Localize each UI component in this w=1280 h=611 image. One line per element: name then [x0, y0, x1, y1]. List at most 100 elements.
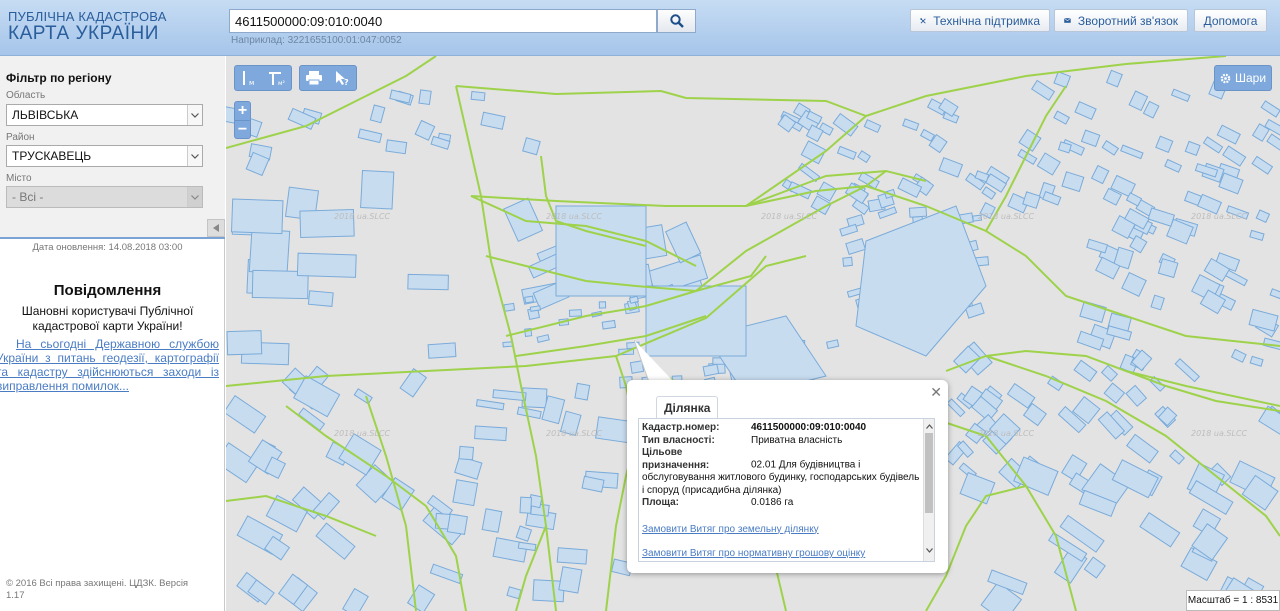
parcel-polygon[interactable]	[357, 128, 383, 144]
parcel-polygon[interactable]	[1073, 359, 1098, 383]
order-parcel-extract-link[interactable]: Замовити Витяг про земельну ділянку	[639, 524, 934, 537]
help-button[interactable]: Допомога	[1194, 9, 1267, 32]
parcel-polygon[interactable]	[959, 471, 996, 505]
parcel-polygon[interactable]	[1251, 155, 1274, 175]
parcel-polygon[interactable]	[492, 389, 527, 402]
site-logo[interactable]: ПУБЛІЧНА КАДАСТРОВА КАРТА УКРАЇНИ	[8, 10, 167, 43]
parcel-polygon[interactable]	[574, 382, 591, 401]
parcel-polygon[interactable]	[389, 89, 412, 104]
parcel-polygon[interactable]	[1086, 238, 1109, 254]
parcel-polygon[interactable]	[406, 584, 436, 611]
parcel-polygon[interactable]	[230, 198, 284, 235]
parcel-polygon[interactable]	[1150, 294, 1165, 311]
parcel-polygon[interactable]	[857, 150, 871, 164]
feedback-button[interactable]: Зворотний зв'язок	[1054, 9, 1188, 32]
parcel-polygon[interactable]	[1101, 140, 1120, 156]
parcel-polygon[interactable]	[1184, 140, 1201, 157]
parcel-polygon[interactable]	[1128, 90, 1149, 112]
parcel-polygon[interactable]	[516, 406, 542, 420]
parcel-polygon[interactable]	[1013, 456, 1059, 496]
parcel-polygon[interactable]	[1155, 135, 1174, 154]
parcel-polygon[interactable]	[1036, 152, 1061, 176]
parcel-polygon[interactable]	[1170, 88, 1191, 102]
parcel-polygon[interactable]	[506, 586, 522, 600]
parcel-polygon[interactable]	[598, 301, 607, 309]
district-select[interactable]: ТРУСКАВЕЦЬ	[6, 145, 203, 167]
parcel-polygon[interactable]	[515, 525, 533, 542]
collapse-sidebar-button[interactable]	[207, 219, 225, 237]
measure-area-button[interactable]: м²	[264, 67, 290, 89]
parcel-polygon[interactable]	[1248, 308, 1279, 332]
parcel-polygon[interactable]	[353, 388, 373, 405]
parcel-polygon[interactable]	[475, 399, 505, 411]
print-button[interactable]	[301, 67, 327, 89]
parcel-polygon[interactable]	[702, 363, 720, 377]
parcel-polygon[interactable]	[1216, 124, 1241, 145]
parcel-polygon[interactable]	[1164, 158, 1183, 173]
scroll-up-icon[interactable]	[926, 421, 933, 434]
parcel-polygon[interactable]	[452, 479, 479, 507]
parcel-polygon[interactable]	[1125, 192, 1143, 207]
parcel-polygon[interactable]	[1120, 144, 1144, 160]
parcel-polygon[interactable]	[863, 119, 882, 134]
parcel-polygon[interactable]	[226, 395, 267, 434]
parcel-polygon[interactable]	[1090, 164, 1110, 185]
parcel-polygon[interactable]	[938, 157, 964, 178]
parcel-polygon[interactable]	[568, 309, 583, 318]
parcel-polygon[interactable]	[558, 566, 583, 594]
parcel-polygon[interactable]	[1006, 382, 1036, 409]
layers-button[interactable]: Шари	[1214, 65, 1272, 91]
parcel-polygon[interactable]	[458, 445, 475, 461]
parcel-polygon[interactable]	[1042, 190, 1062, 206]
zoom-out-button[interactable]: −	[235, 120, 250, 138]
identify-button[interactable]: ?	[329, 67, 355, 89]
parcel-polygon[interactable]	[492, 537, 529, 563]
parcel-polygon[interactable]	[1126, 433, 1159, 464]
parcel-polygon[interactable]	[981, 186, 997, 200]
parcel-polygon[interactable]	[470, 90, 486, 102]
popup-scrollbar[interactable]	[923, 419, 934, 561]
parcel-polygon[interactable]	[315, 522, 356, 560]
parcel-polygon[interactable]	[1266, 133, 1280, 152]
parcel-polygon[interactable]	[1260, 100, 1280, 118]
parcel-polygon[interactable]	[601, 319, 617, 330]
parcel-polygon[interactable]	[1080, 129, 1101, 148]
parcel-polygon[interactable]	[536, 334, 550, 344]
scrollbar-thumb[interactable]	[925, 433, 933, 513]
parcel-polygon[interactable]	[1249, 229, 1265, 242]
parcel-polygon[interactable]	[360, 169, 395, 210]
parcel-polygon[interactable]	[481, 508, 503, 533]
parcel-polygon[interactable]	[1174, 358, 1201, 383]
cadastral-search-input[interactable]	[229, 9, 657, 33]
parcel-polygon[interactable]	[1139, 512, 1181, 548]
parcel-polygon[interactable]	[1222, 145, 1247, 167]
parcel-polygon[interactable]	[826, 339, 840, 350]
parcel-polygon[interactable]	[919, 128, 936, 142]
parcel-polygon[interactable]	[414, 119, 436, 141]
parcel-polygon[interactable]	[369, 104, 386, 124]
parcel-polygon[interactable]	[1103, 382, 1126, 404]
parcel-polygon[interactable]	[407, 273, 449, 291]
region-select[interactable]: ЛЬВІВСЬКА	[6, 104, 203, 126]
notice-link[interactable]: На сьогодні Державною службою України з …	[0, 337, 219, 393]
parcel-polygon[interactable]	[522, 137, 541, 156]
parcel-polygon[interactable]	[1202, 136, 1224, 154]
parcel-polygon[interactable]	[855, 205, 987, 357]
parcel-polygon[interactable]	[908, 206, 928, 218]
parcel-polygon[interactable]	[1031, 79, 1056, 101]
parcel-polygon[interactable]	[1157, 258, 1179, 279]
parcel-polygon[interactable]	[1230, 348, 1247, 363]
tab-parcel[interactable]: Ділянка	[656, 396, 719, 418]
city-select[interactable]: - Всі -	[6, 186, 203, 208]
parcel-polygon[interactable]	[226, 330, 263, 356]
parcel-polygon[interactable]	[342, 587, 369, 611]
parcel-polygon[interactable]	[1053, 110, 1070, 125]
parcel-polygon[interactable]	[845, 237, 867, 256]
parcel-polygon[interactable]	[296, 252, 357, 278]
parcel-polygon[interactable]	[1255, 209, 1271, 223]
parcel-polygon[interactable]	[418, 89, 432, 106]
zoom-in-button[interactable]: +	[235, 102, 250, 120]
parcel-polygon[interactable]	[474, 425, 508, 442]
parcel-polygon[interactable]	[1218, 172, 1244, 195]
parcel-polygon[interactable]	[503, 302, 516, 312]
